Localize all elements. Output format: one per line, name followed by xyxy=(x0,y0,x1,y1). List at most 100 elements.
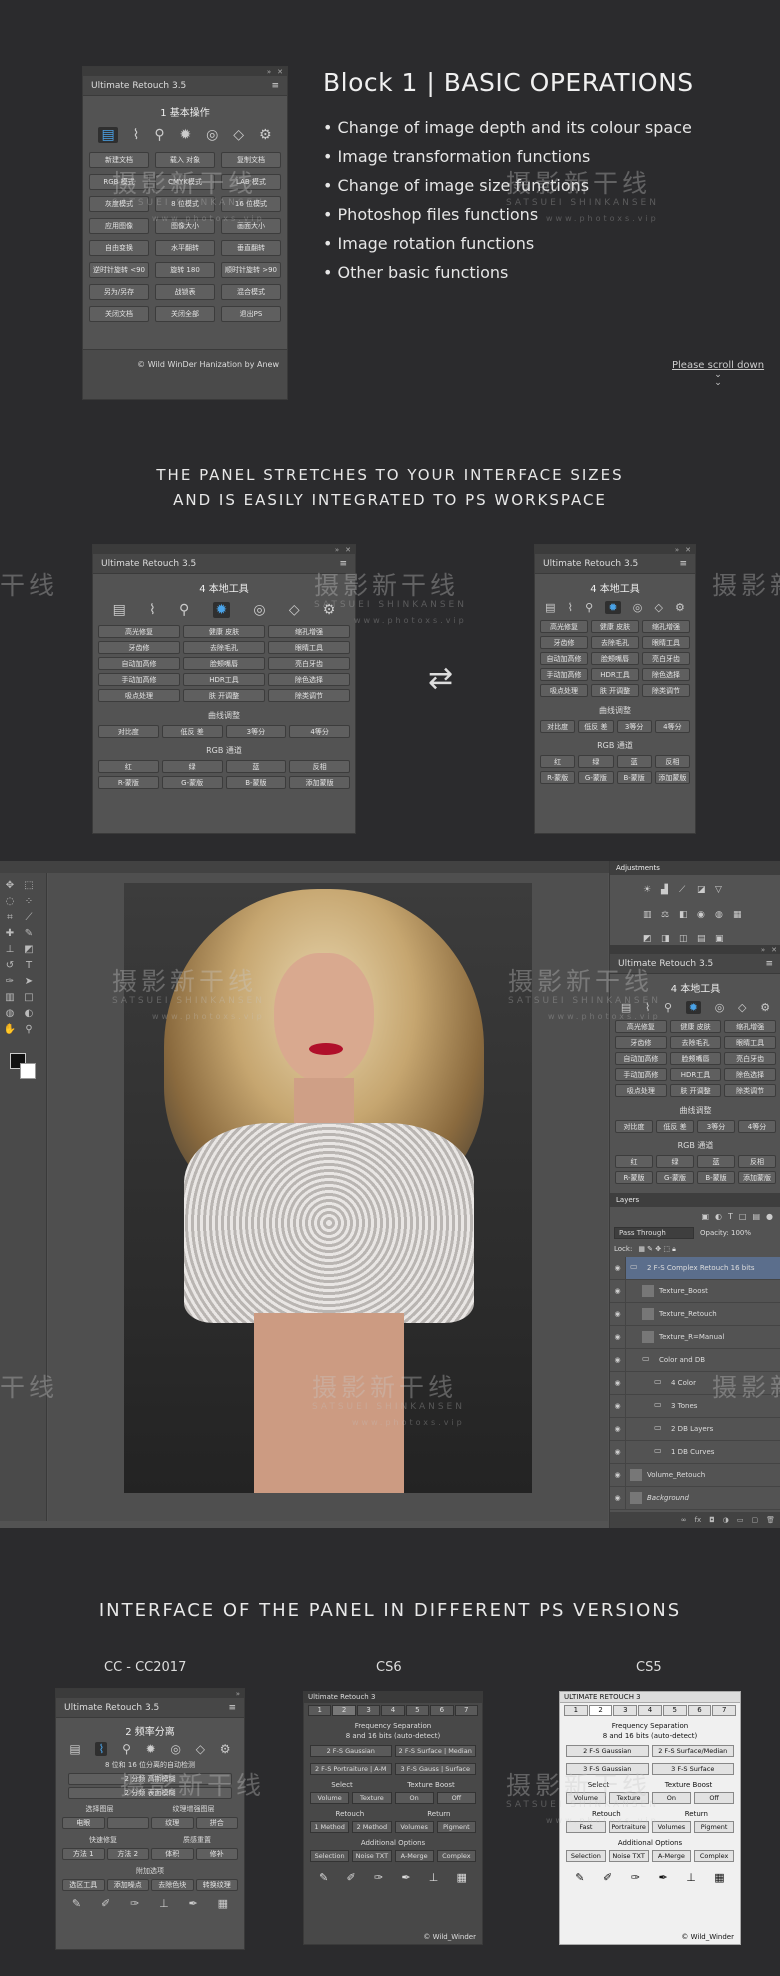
close-icon[interactable]: ✕ xyxy=(685,546,691,554)
rgb-button[interactable]: 绿 xyxy=(656,1155,694,1168)
curve-button[interactable]: 低反 差 xyxy=(161,725,223,738)
brush-icon[interactable]: ⊥ xyxy=(686,1871,696,1884)
brush-icon[interactable]: ✎ xyxy=(319,1871,328,1884)
collapse-icon[interactable]: » xyxy=(675,546,679,554)
layer-row[interactable]: ◉ Background xyxy=(610,1487,780,1510)
local-tool-button[interactable]: HDR工具 xyxy=(591,668,639,681)
magnifier-icon[interactable]: ⚲ xyxy=(585,601,593,614)
rgb-button[interactable]: 添加蒙版 xyxy=(289,776,350,789)
rgb-button[interactable]: 红 xyxy=(98,760,159,773)
cs6-tab[interactable]: 7 xyxy=(454,1705,478,1716)
layer-row[interactable]: ◉ ▭ 3 Tones xyxy=(610,1395,780,1418)
adjust-filter-icon[interactable]: ◐ xyxy=(715,1212,722,1221)
sun-icon[interactable]: ✹ xyxy=(212,602,231,618)
basic-op-button[interactable]: 新建文档 xyxy=(89,152,149,168)
brush-tool-icon[interactable]: ✎ xyxy=(23,927,35,939)
cs5-button[interactable]: Off xyxy=(694,1792,734,1804)
local-tool-button[interactable]: 手动加高修 xyxy=(98,673,180,686)
local-tool-button[interactable]: 牙齿修 xyxy=(615,1036,667,1049)
basic-op-button[interactable]: 应用图像 xyxy=(89,218,149,234)
document-icon[interactable]: ▤ xyxy=(98,127,118,143)
rgb-button[interactable]: B-蒙版 xyxy=(697,1171,735,1184)
local-tool-button[interactable]: 高光修复 xyxy=(540,620,588,633)
cs5-button[interactable]: A-Merge xyxy=(651,1850,692,1862)
local-tool-button[interactable]: 自动加高修 xyxy=(98,657,180,670)
rgb-circles-icon[interactable]: ◎ xyxy=(715,1001,725,1014)
brush-icon[interactable]: ✐ xyxy=(603,1871,612,1884)
basic-op-button[interactable]: 混合模式 xyxy=(221,284,281,300)
local-tool-button[interactable]: 脸颊嘴唇 xyxy=(591,652,639,665)
cs5-button[interactable]: Selection xyxy=(566,1850,606,1862)
sun-icon[interactable]: ✹ xyxy=(605,601,621,614)
mixer-icon[interactable]: ◍ xyxy=(715,910,729,931)
local-tool-button[interactable]: 吸点处理 xyxy=(98,689,180,702)
local-tool-button[interactable]: 除色选择 xyxy=(642,668,690,681)
rgb-button[interactable]: 添加蒙版 xyxy=(654,771,690,784)
frequency-icon[interactable]: ⌇ xyxy=(133,127,140,143)
folder-icon[interactable]: ▭ xyxy=(737,1516,744,1524)
curves-icon[interactable]: ⟋ xyxy=(679,885,693,906)
cs6-tab[interactable]: 3 xyxy=(356,1705,381,1716)
marquee-tool-icon[interactable]: ⬚ xyxy=(23,879,35,891)
rgb-button[interactable]: 蓝 xyxy=(225,760,287,773)
local-tool-button[interactable]: 自动加高修 xyxy=(540,652,588,665)
cs5-button[interactable]: Complex xyxy=(694,1850,734,1862)
local-tool-button[interactable]: 牙齿修 xyxy=(98,641,180,654)
cs6-button[interactable]: 2 F-S Portraiture | A-M xyxy=(310,1763,392,1775)
brightness-icon[interactable]: ☀ xyxy=(643,885,657,906)
cs6-button[interactable]: Off xyxy=(436,1792,476,1804)
local-tool-button[interactable]: 肤 开调整 xyxy=(591,684,639,697)
background-color-swatch[interactable] xyxy=(20,1063,36,1079)
lasso-tool-icon[interactable]: ◌ xyxy=(4,895,16,907)
cc-button[interactable]: 去除色块 xyxy=(151,1879,194,1891)
cs6-button[interactable]: Volume xyxy=(310,1792,350,1804)
cs6-button[interactable]: Texture xyxy=(352,1792,392,1804)
color-swatches[interactable] xyxy=(4,1049,42,1085)
local-tool-button[interactable]: 高光修复 xyxy=(615,1020,667,1033)
basic-op-button[interactable]: 载入 对象 xyxy=(155,152,215,168)
cs6-button[interactable]: 1 Method xyxy=(310,1821,350,1833)
curve-button[interactable]: 对比度 xyxy=(540,720,576,733)
type-filter-icon[interactable]: T xyxy=(728,1212,733,1221)
curve-button[interactable]: 3等分 xyxy=(225,725,287,738)
cs5-tab[interactable]: 6 xyxy=(687,1705,712,1716)
rgb-button[interactable]: 绿 xyxy=(161,760,223,773)
cc-button[interactable]: 添加噪点 xyxy=(106,1879,149,1891)
cc-button[interactable]: 选区工具 xyxy=(62,1879,105,1891)
layer-row[interactable]: ◉ Volume_Retouch xyxy=(610,1464,780,1487)
brush-icon[interactable]: ✒ xyxy=(658,1871,667,1884)
brush-icon[interactable]: ✐ xyxy=(347,1871,356,1884)
stamp-icon[interactable]: ⊥ xyxy=(159,1897,169,1910)
basic-op-button[interactable]: 顺时针旋转 >90 xyxy=(221,262,281,278)
local-tool-button[interactable]: 吸点处理 xyxy=(540,684,588,697)
local-tool-button[interactable]: 除色选择 xyxy=(724,1068,776,1081)
eye-icon[interactable]: ◉ xyxy=(610,1464,626,1486)
cs6-button[interactable]: 2 F-S Surface | Median xyxy=(394,1745,476,1757)
collapse-icon[interactable]: » xyxy=(335,546,339,554)
local-tool-button[interactable]: 去除毛孔 xyxy=(669,1036,722,1049)
local-tool-button[interactable]: 眼睛工具 xyxy=(642,636,690,649)
close-icon[interactable]: ✕ xyxy=(277,68,283,76)
local-tool-button[interactable]: 肤 开调整 xyxy=(183,689,265,702)
new-layer-icon[interactable]: ▢ xyxy=(751,1516,758,1524)
local-tool-button[interactable]: 牙齿修 xyxy=(540,636,588,649)
cs6-button[interactable]: Noise TXT xyxy=(352,1850,392,1862)
curve-button[interactable]: 低反 差 xyxy=(656,1120,694,1133)
rgb-button[interactable]: 反相 xyxy=(738,1155,776,1168)
cs5-button[interactable]: 2 F-S Gaussian xyxy=(566,1745,649,1757)
diamond-icon[interactable]: ◇ xyxy=(289,602,300,618)
rgb-button[interactable]: 添加蒙版 xyxy=(738,1171,776,1184)
cs5-button[interactable]: 3 F-S Surface xyxy=(651,1763,734,1775)
cc-button[interactable]: 电眼 xyxy=(62,1817,105,1829)
rgb-button[interactable]: 红 xyxy=(615,1155,653,1168)
smart-filter-icon[interactable]: ▤ xyxy=(752,1212,760,1221)
basic-op-button[interactable]: 退出PS xyxy=(221,306,281,322)
exposure-icon[interactable]: ◪ xyxy=(697,885,711,906)
cs6-tab[interactable]: 6 xyxy=(430,1705,454,1716)
vibrance-icon[interactable]: ▽ xyxy=(715,885,729,906)
rgb-button[interactable]: G-蒙版 xyxy=(161,776,223,789)
cs6-button[interactable]: Complex xyxy=(436,1850,476,1862)
local-tool-button[interactable]: HDR工具 xyxy=(183,673,265,686)
local-tool-button[interactable]: 吸点处理 xyxy=(615,1084,667,1097)
local-tool-button[interactable]: 缩孔增强 xyxy=(642,620,690,633)
